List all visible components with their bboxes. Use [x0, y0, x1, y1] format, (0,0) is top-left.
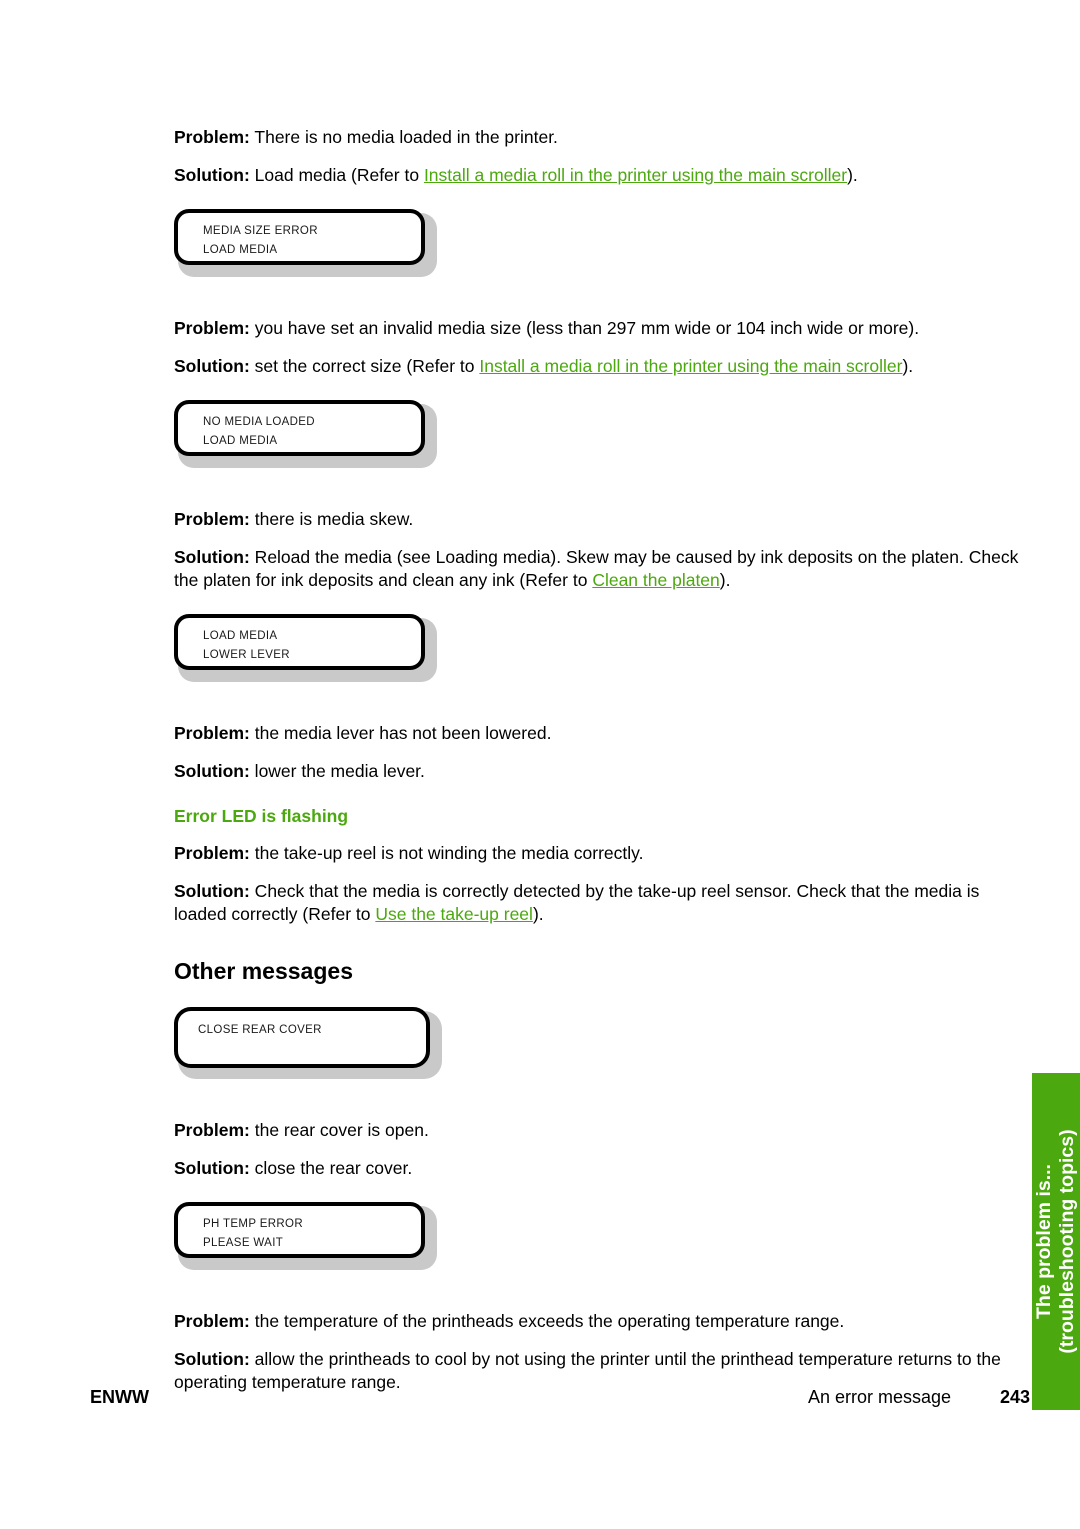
problem-label: Problem: [174, 1311, 250, 1331]
footer-section-title: An error message [808, 1387, 952, 1407]
problem-label: Problem: [174, 1120, 250, 1140]
solution-text: close the rear cover. [249, 1158, 413, 1178]
solution-label: Solution: [174, 761, 250, 781]
lcd-line-2: LOWER LEVER [203, 649, 290, 661]
lcd-line-2: LOAD MEDIA [203, 435, 278, 447]
solution-label: Solution: [174, 1349, 250, 1369]
solution-label: Solution: [174, 356, 250, 376]
solution-label: Solution: [174, 165, 250, 185]
side-thumb-tab: The problem is... (troubleshooting topic… [1032, 1073, 1080, 1410]
solution-label: Solution: [174, 547, 250, 567]
solution-text: Check that the media is correctly detect… [174, 881, 980, 924]
problem-label: Problem: [174, 843, 250, 863]
lcd-display-panel: NO MEDIA LOADED LOAD MEDIA [174, 400, 437, 468]
solution-text: set the correct size (Refer to [249, 356, 480, 376]
problem-text: the take-up reel is not winding the medi… [249, 843, 644, 863]
footer-locale-code: ENWW [90, 1387, 149, 1407]
lcd-text: CLOSE REAR COVER [198, 1021, 322, 1040]
lcd-display-panel: MEDIA SIZE ERROR LOAD MEDIA [174, 209, 437, 277]
solution-statement: Solution: Check that the media is correc… [174, 880, 1019, 926]
solution-label: Solution: [174, 1158, 250, 1178]
cross-reference-link[interactable]: Use the take-up reel [375, 904, 533, 924]
problem-text: the temperature of the printheads exceed… [249, 1311, 845, 1331]
problem-label: Problem: [174, 509, 250, 529]
solution-text: allow the printheads to cool by not usin… [174, 1349, 1001, 1392]
lcd-line-1: MEDIA SIZE ERROR [203, 225, 318, 237]
lcd-screen: CLOSE REAR COVER [174, 1007, 430, 1068]
problem-text: There is no media loaded in the printer. [249, 127, 558, 147]
problem-label: Problem: [174, 318, 250, 338]
problem-label: Problem: [174, 127, 250, 147]
lcd-line-2: PLEASE WAIT [203, 1237, 284, 1249]
side-thumb-tab-text: The problem is... (troubleshooting topic… [1033, 1129, 1079, 1353]
problem-text: you have set an invalid media size (less… [249, 318, 920, 338]
lcd-text: LOAD MEDIA LOWER LEVER [203, 627, 290, 665]
side-thumb-tab-line-2: (troubleshooting topics) [1056, 1129, 1078, 1354]
side-thumb-tab-rotated: The problem is... (troubleshooting topic… [1032, 1073, 1080, 1410]
lcd-text: PH TEMP ERROR PLEASE WAIT [203, 1215, 303, 1253]
page-number: 243 [1000, 1387, 1031, 1407]
document-page: Problem: There is no media loaded in the… [0, 0, 1080, 1529]
problem-statement: Problem: There is no media loaded in the… [174, 126, 1019, 149]
solution-text: lower the media lever. [249, 761, 425, 781]
solution-statement: Solution: Load media (Refer to Install a… [174, 164, 1019, 187]
lcd-display-panel: CLOSE REAR COVER [174, 1007, 442, 1079]
cross-reference-link[interactable]: Install a media roll in the printer usin… [479, 356, 902, 376]
cross-reference-link[interactable]: Clean the platen [592, 570, 719, 590]
lcd-line-1: NO MEDIA LOADED [203, 416, 315, 428]
lcd-screen: LOAD MEDIA LOWER LEVER [174, 614, 425, 670]
cross-reference-link[interactable]: Install a media roll in the printer usin… [424, 165, 847, 185]
page-content: Problem: There is no media loaded in the… [174, 126, 1019, 1394]
lcd-screen: MEDIA SIZE ERROR LOAD MEDIA [174, 209, 425, 265]
lcd-line-1: PH TEMP ERROR [203, 1218, 303, 1230]
lcd-screen: NO MEDIA LOADED LOAD MEDIA [174, 400, 425, 456]
lcd-text: MEDIA SIZE ERROR LOAD MEDIA [203, 222, 318, 260]
solution-text-end: ). [902, 356, 914, 376]
problem-statement: Problem: the take-up reel is not winding… [174, 842, 1019, 865]
lcd-display-panel: LOAD MEDIA LOWER LEVER [174, 614, 437, 682]
problem-statement: Problem: there is media skew. [174, 508, 1019, 531]
lcd-display-panel: PH TEMP ERROR PLEASE WAIT [174, 1202, 437, 1270]
problem-statement: Problem: the rear cover is open. [174, 1119, 1019, 1142]
page-footer: ENWW An error message 243 [0, 1387, 1080, 1413]
solution-statement: Solution: close the rear cover. [174, 1157, 1019, 1180]
problem-statement: Problem: the media lever has not been lo… [174, 722, 1019, 745]
problem-text: the rear cover is open. [249, 1120, 429, 1140]
solution-statement: Solution: set the correct size (Refer to… [174, 355, 1019, 378]
section-heading-error-led: Error LED is flashing [174, 806, 349, 826]
problem-text: there is media skew. [249, 509, 414, 529]
section-heading-other-messages: Other messages [174, 958, 353, 984]
problem-label: Problem: [174, 723, 250, 743]
solution-statement: Solution: Reload the media (see Loading … [174, 546, 1019, 592]
lcd-line-1: CLOSE REAR COVER [198, 1024, 322, 1036]
solution-text-end: ). [532, 904, 544, 924]
side-thumb-tab-line-1: The problem is... [1033, 1164, 1055, 1319]
problem-statement: Problem: you have set an invalid media s… [174, 317, 1019, 340]
lcd-line-1: LOAD MEDIA [203, 630, 278, 642]
solution-text-end: ). [847, 165, 858, 185]
lcd-text: NO MEDIA LOADED LOAD MEDIA [203, 413, 315, 451]
solution-label: Solution: [174, 881, 250, 901]
solution-text: Load media (Refer to [249, 165, 424, 185]
problem-text: the media lever has not been lowered. [249, 723, 552, 743]
solution-text-end: ). [719, 570, 731, 590]
lcd-line-2: LOAD MEDIA [203, 244, 278, 256]
lcd-screen: PH TEMP ERROR PLEASE WAIT [174, 1202, 425, 1258]
solution-statement: Solution: lower the media lever. [174, 760, 1019, 783]
problem-statement: Problem: the temperature of the printhea… [174, 1310, 1019, 1333]
